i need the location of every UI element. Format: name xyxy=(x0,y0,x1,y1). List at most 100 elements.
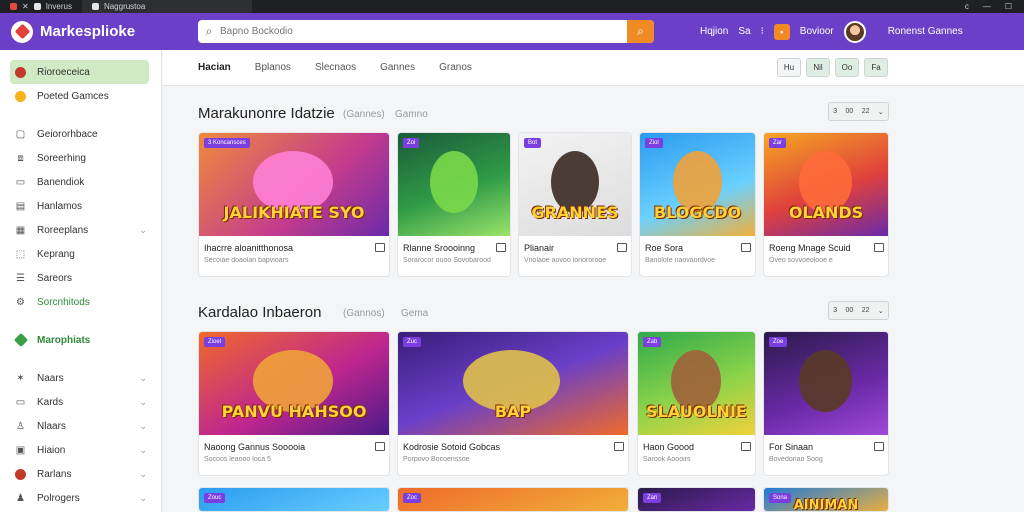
card-title[interactable]: For Sinaan xyxy=(769,442,869,452)
gold-coin-icon xyxy=(14,90,27,103)
search-icon: ⌕ xyxy=(205,24,213,38)
section-subtitle: (Gannos) xyxy=(343,308,385,319)
tab-hacian[interactable]: Hacian xyxy=(198,62,231,73)
sidebar-item-label: Geiororhbace xyxy=(37,128,98,140)
card-title[interactable]: Plianair xyxy=(524,243,624,253)
sidebar-item[interactable]: ⧈ Soreerhing xyxy=(0,146,149,170)
game-thumbnail[interactable]: Zouc xyxy=(199,488,389,511)
bookmark-icon[interactable] xyxy=(614,442,624,451)
game-card[interactable]: Zab SLAUOLNIE Haon Goood Sarook Aoooirs xyxy=(637,331,756,476)
game-icon[interactable]: ▪ xyxy=(773,23,790,40)
minimize-icon[interactable]: — xyxy=(983,2,991,11)
sidebar-item[interactable]: ♙ Nlaars ⌄ xyxy=(0,414,149,438)
sidebar-item[interactable]: Marophiats xyxy=(0,328,149,352)
game-card[interactable]: Ziol BLOGCDO Roe Sora Banolote naovaordvoe xyxy=(639,132,756,277)
sidebar-item[interactable]: ⚙ Sorcnhitods xyxy=(0,290,149,314)
browser-tab[interactable]: ✕ Inverus xyxy=(0,0,82,13)
search-button[interactable]: ⌕ xyxy=(627,20,654,43)
game-thumbnail[interactable]: Bot GRANNES xyxy=(519,133,631,236)
sidebar-item[interactable]: ✶ Naars ⌄ xyxy=(0,366,149,390)
game-thumbnail[interactable]: Zab SLAUOLNIE xyxy=(638,332,755,435)
tab-close-icon[interactable]: ✕ xyxy=(22,2,29,11)
section-pager[interactable]: 3 00 22 ⌄ xyxy=(828,301,889,320)
avatar[interactable] xyxy=(843,20,866,43)
game-thumbnail[interactable]: Ziol BLOGCDO xyxy=(640,133,755,236)
nav-link[interactable]: Bovioor xyxy=(800,26,834,37)
share-icon[interactable]: ⁝ xyxy=(761,26,764,37)
card-title[interactable]: Ihacrre aloanitthonosa xyxy=(204,243,389,253)
sidebar-item[interactable]: Rarlans ⌄ xyxy=(0,462,149,486)
category-tabs: Hacian Bplanos Slecnaos Gannes Granos xyxy=(198,62,472,73)
sidebar-item[interactable]: ♟ Polrogers ⌄ xyxy=(0,486,149,510)
game-card[interactable]: Zoc xyxy=(397,487,629,512)
card-meta: Vnolaoe aovoo lonororooe xyxy=(524,257,607,264)
logo[interactable]: Markesplioke xyxy=(0,20,198,43)
sidebar-item[interactable]: ▦ Roreeplans ⌄ xyxy=(0,218,149,242)
section-pager[interactable]: 3 00 22 ⌄ xyxy=(828,102,889,121)
favicon-icon xyxy=(33,3,41,10)
game-card[interactable]: Zoe For Sinaan Bovedoriao Soog xyxy=(763,331,889,476)
game-card[interactable]: Zioel PANVU HAHSOO Naoong Gannus Sooooia So… xyxy=(198,331,390,476)
tab-slecnaos[interactable]: Slecnaos xyxy=(315,62,356,73)
sidebar-item[interactable]: ▭ Banendiok xyxy=(0,170,149,194)
card-title[interactable]: Kodrosie Sotoid Gobcas xyxy=(403,442,603,452)
sidebar-item[interactable]: ☰ Sareors xyxy=(0,266,149,290)
card-title[interactable]: Roeng Mnage Scuid xyxy=(769,243,869,253)
sidebar-item[interactable]: Rioroeceica xyxy=(10,60,149,84)
game-thumbnail[interactable]: Sona AINIMAN xyxy=(764,488,888,511)
window-control[interactable]: c xyxy=(965,2,969,11)
game-thumbnail[interactable]: 3 Koncansces JALIKHIATE SYO xyxy=(199,133,389,236)
game-card[interactable]: Zar OLANDS Roeng Mnage Scuid Oveo sovvoeolo… xyxy=(763,132,889,277)
view-tool-button[interactable]: Hu xyxy=(777,58,801,77)
game-thumbnail[interactable]: Zoi xyxy=(398,133,510,236)
game-card[interactable]: Sona AINIMAN xyxy=(763,487,889,512)
bookmark-icon[interactable] xyxy=(874,243,884,252)
bookmark-icon[interactable] xyxy=(741,442,751,451)
card-title[interactable]: Haon Goood xyxy=(643,442,743,452)
game-thumbnail[interactable]: Zoe xyxy=(764,332,888,435)
bookmark-icon[interactable] xyxy=(496,243,506,252)
game-card[interactable]: Bot GRANNES Plianair Vnolaoe aovoo lonororo… xyxy=(518,132,632,277)
view-tool-button[interactable]: Oo xyxy=(835,58,859,77)
game-card[interactable]: 3 Koncansces JALIKHIATE SYO Ihacrre aloani… xyxy=(198,132,390,277)
sidebar-item[interactable]: ▢ Geiororhbace xyxy=(0,122,149,146)
nav-link[interactable]: Sa xyxy=(738,26,750,37)
logo-icon xyxy=(11,20,33,43)
game-thumbnail[interactable]: Zioel PANVU HAHSOO xyxy=(199,332,389,435)
bookmark-icon[interactable] xyxy=(617,243,627,252)
bookmark-icon[interactable] xyxy=(375,442,385,451)
view-tool-button[interactable]: Fa xyxy=(864,58,888,77)
game-card[interactable]: Zan xyxy=(637,487,756,512)
card-title[interactable]: Rlanne Sroooinng xyxy=(403,243,503,253)
sidebar-item[interactable]: Poeted Gamces xyxy=(0,84,149,108)
account-label[interactable]: Ronenst Gannes xyxy=(888,26,963,37)
game-card[interactable]: Zuc BAP Kodrosie Sotoid Gobcas Porpovo Boco… xyxy=(397,331,629,476)
view-tool-button[interactable]: Nil xyxy=(806,58,830,77)
tab-bplanos[interactable]: Bplanos xyxy=(255,62,291,73)
game-card[interactable]: Zouc xyxy=(198,487,390,512)
bookmark-icon[interactable] xyxy=(874,442,884,451)
game-thumbnail[interactable]: Zuc BAP xyxy=(398,332,628,435)
game-thumbnail[interactable]: Zan xyxy=(638,488,755,511)
sidebar-item-label: Hanlamos xyxy=(37,200,83,212)
tab-granos[interactable]: Granos xyxy=(439,62,472,73)
game-logo-text: OLANDS xyxy=(788,203,864,222)
maximize-icon[interactable]: ☐ xyxy=(1005,2,1012,11)
tab-gannes[interactable]: Gannes xyxy=(380,62,415,73)
bookmark-icon[interactable] xyxy=(741,243,751,252)
game-thumbnail[interactable]: Zoc xyxy=(398,488,628,511)
sidebar-item[interactable]: ▭ Kards ⌄ xyxy=(0,390,149,414)
game-thumbnail[interactable]: Zar OLANDS xyxy=(764,133,888,236)
browser-tab-active[interactable]: Naggrustoa xyxy=(81,0,252,13)
search-input[interactable] xyxy=(220,26,627,37)
view-tools: Hu Nil Oo Fa xyxy=(777,58,888,77)
nav-link[interactable]: Hqjion xyxy=(700,26,728,37)
card-title[interactable]: Roe Sora xyxy=(645,243,745,253)
sidebar-item[interactable]: ⬚ Keprang xyxy=(0,242,149,266)
card-meta: Porpovo Bocoenssoe xyxy=(403,456,470,463)
game-card[interactable]: Zoi Rlanne Sroooinng Sorarocor ouoo Sovoba… xyxy=(397,132,511,277)
card-title[interactable]: Naoong Gannus Sooooia xyxy=(204,442,389,452)
sidebar-item[interactable]: ▣ Hiaion ⌄ xyxy=(0,438,149,462)
bookmark-icon[interactable] xyxy=(375,243,385,252)
sidebar-item[interactable]: ▤ Hanlamos xyxy=(0,194,149,218)
